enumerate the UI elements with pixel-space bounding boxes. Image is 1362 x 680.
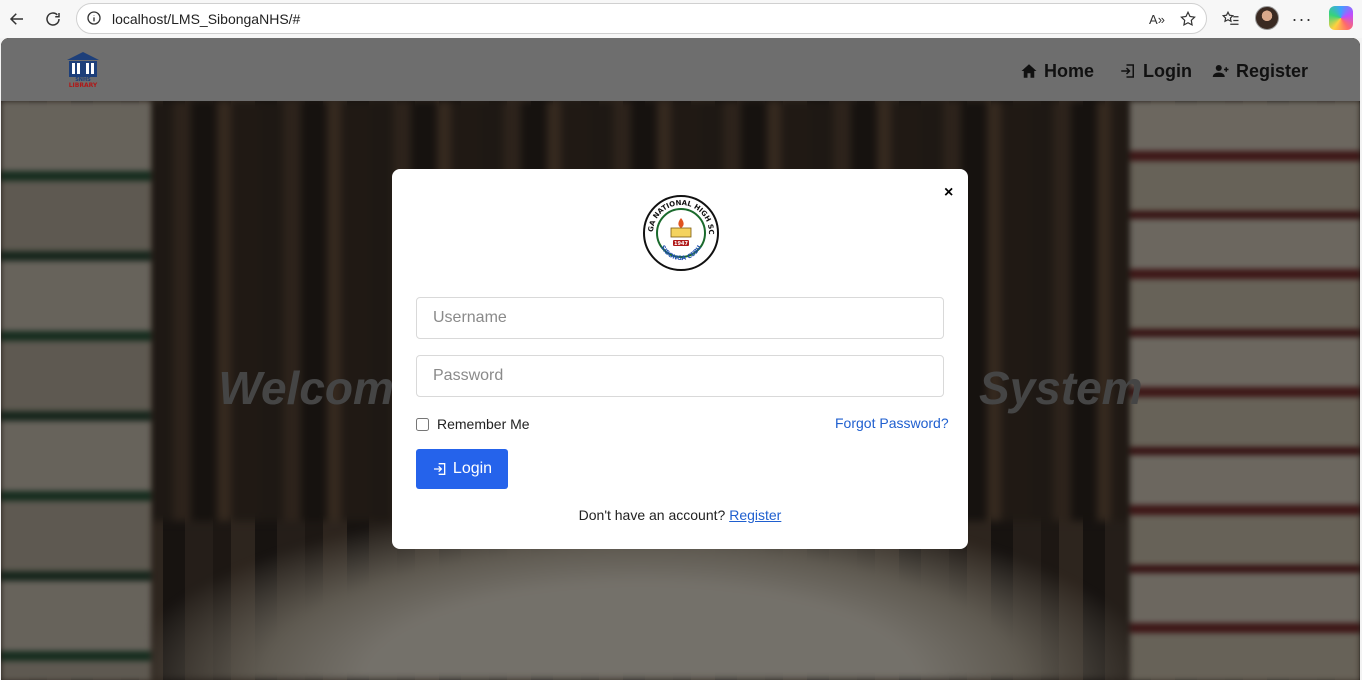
school-seal-logo: SIBONGA NATIONAL HIGH SCHOOL SIBONGA CEB… [642,194,719,271]
info-icon[interactable] [86,10,102,26]
header-dim [1,38,1360,101]
login-button[interactable]: Login [416,449,508,489]
password-input[interactable] [416,355,944,397]
forgot-password-link[interactable]: Forgot Password? [835,415,949,431]
address-bar[interactable]: localhost/LMS_SibongaNHS/# A» [76,3,1207,34]
copilot-icon[interactable] [1329,6,1353,30]
back-icon[interactable] [5,7,29,31]
browser-toolbar: localhost/LMS_SibongaNHS/# A» ··· [0,0,1362,38]
close-button[interactable]: × [944,184,953,202]
remember-me-label: Remember Me [437,416,530,432]
remember-me[interactable]: Remember Me [416,416,530,432]
url-text[interactable]: localhost/LMS_SibongaNHS/# [112,11,300,27]
remember-me-checkbox[interactable] [416,417,429,431]
svg-text:1947: 1947 [674,241,688,247]
read-aloud-icon[interactable]: A» [1147,9,1167,29]
favorite-star-icon[interactable] [1178,9,1198,29]
refresh-icon[interactable] [41,7,65,31]
username-input[interactable] [416,297,944,339]
profile-avatar[interactable] [1255,6,1279,30]
login-modal: × SIBONGA NATIONAL HIGH SCHOOL SIBONGA C… [392,169,968,549]
login-button-label: Login [452,460,493,477]
register-prompt: Don't have an account? Register [392,507,968,523]
more-menu-icon[interactable]: ··· [1290,7,1314,31]
login-icon [433,463,446,475]
register-link[interactable]: Register [729,507,781,523]
favorites-list-icon[interactable] [1219,7,1243,31]
register-prompt-text: Don't have an account? [578,507,726,523]
